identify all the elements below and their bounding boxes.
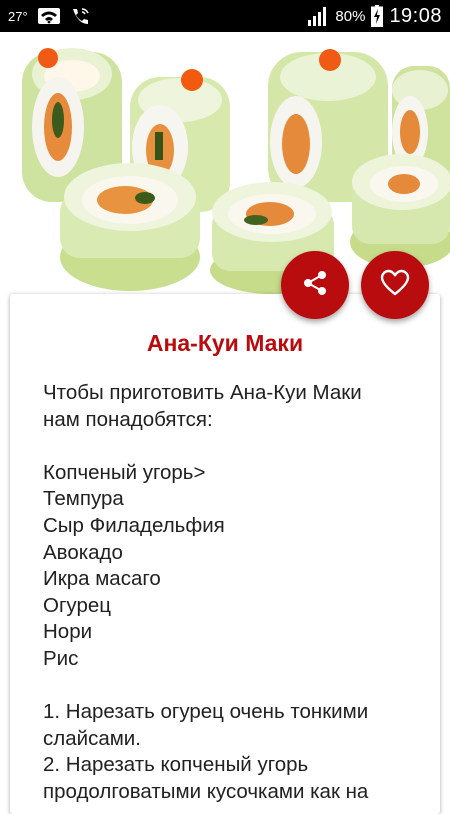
signal-icon xyxy=(307,6,329,26)
status-bar: 27° 80% 19:08 xyxy=(0,0,450,32)
ingredient-item: Рис xyxy=(43,646,79,670)
ingredient-item: Авокадо xyxy=(43,540,123,564)
favorite-button[interactable] xyxy=(361,251,429,319)
recipe-title: Ана-Куи Маки xyxy=(146,330,304,356)
intro-line: нам понадобятся: xyxy=(43,407,213,431)
ingredient-item: Икра масаго xyxy=(43,567,161,591)
ingredient-item: Темпура xyxy=(43,487,124,511)
recipe-card: Ана-Куи Маки Чтобы приготовить Ана-Куи М… xyxy=(10,294,440,814)
intro-line: Чтобы приготовить Ана-Куи Маки xyxy=(43,381,362,404)
share-button[interactable] xyxy=(281,251,349,319)
share-icon xyxy=(301,269,329,302)
step-line: 1. Нарезать огурец очень тонкими xyxy=(43,700,369,724)
wifi-call-icon xyxy=(70,7,90,25)
step-line: слайсами. xyxy=(43,726,141,750)
step-line: продолговатыми кусочками как на xyxy=(43,779,369,803)
recipe-body: Чтобы приготовить Ана-Куи Маки нам понад… xyxy=(43,380,428,806)
battery-charging-icon xyxy=(371,5,384,27)
step-line: 2. Нарезать копченый угорь xyxy=(43,753,309,777)
ingredient-item: Огурец xyxy=(43,593,111,617)
wifi-icon xyxy=(37,8,60,24)
ingredient-item: Нори xyxy=(43,620,93,644)
clock-time: 19:08 xyxy=(389,4,442,27)
temperature-text: 27° xyxy=(8,8,28,24)
battery-percent: 80% xyxy=(335,7,366,25)
heart-icon xyxy=(380,269,410,302)
ingredient-item: Сыр Филадельфия xyxy=(43,513,225,537)
ingredient-item: Копченый угорь> xyxy=(43,460,206,484)
